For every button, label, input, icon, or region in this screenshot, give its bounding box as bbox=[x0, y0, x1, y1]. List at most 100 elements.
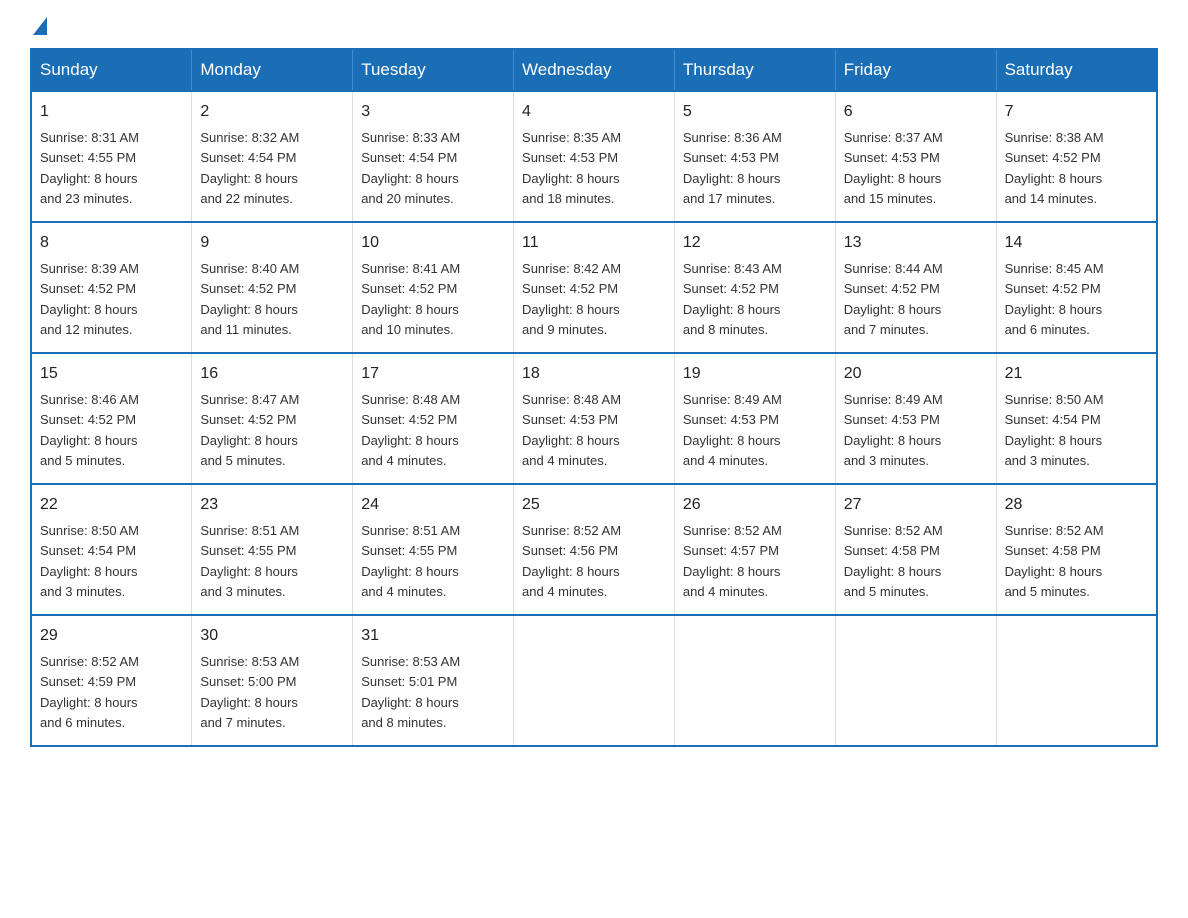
calendar-day-cell: 6Sunrise: 8:37 AMSunset: 4:53 PMDaylight… bbox=[835, 91, 996, 222]
logo-triangle-icon bbox=[33, 17, 47, 35]
day-number: 13 bbox=[844, 231, 988, 255]
calendar-day-cell: 5 Sunrise: 8:36 AMSunset: 4:53 PMDaylight… bbox=[674, 91, 835, 222]
day-info: Sunrise: 8:53 AMSunset: 5:00 PMDaylight:… bbox=[200, 654, 299, 730]
day-info: Sunrise: 8:32 AMSunset: 4:54 PMDaylight:… bbox=[200, 130, 299, 206]
calendar-day-cell: 19Sunrise: 8:49 AMSunset: 4:53 PMDayligh… bbox=[674, 353, 835, 484]
day-info: Sunrise: 8:51 AMSunset: 4:55 PMDaylight:… bbox=[200, 523, 299, 599]
day-info: Sunrise: 8:48 AMSunset: 4:52 PMDaylight:… bbox=[361, 392, 460, 468]
day-info: Sunrise: 8:52 AMSunset: 4:59 PMDaylight:… bbox=[40, 654, 139, 730]
calendar-day-cell bbox=[835, 615, 996, 746]
calendar-day-cell: 7 Sunrise: 8:38 AMSunset: 4:52 PMDaylight… bbox=[996, 91, 1157, 222]
day-number: 31 bbox=[361, 624, 505, 648]
day-info: Sunrise: 8:44 AMSunset: 4:52 PMDaylight:… bbox=[844, 261, 943, 337]
day-info: Sunrise: 8:38 AMSunset: 4:52 PMDaylight:… bbox=[1005, 130, 1104, 206]
day-info: Sunrise: 8:48 AMSunset: 4:53 PMDaylight:… bbox=[522, 392, 621, 468]
day-number: 28 bbox=[1005, 493, 1148, 517]
calendar-day-cell bbox=[514, 615, 675, 746]
day-number: 10 bbox=[361, 231, 505, 255]
day-info: Sunrise: 8:36 AMSunset: 4:53 PMDaylight:… bbox=[683, 130, 782, 206]
day-info: Sunrise: 8:49 AMSunset: 4:53 PMDaylight:… bbox=[844, 392, 943, 468]
day-info: Sunrise: 8:35 AMSunset: 4:53 PMDaylight:… bbox=[522, 130, 621, 206]
calendar-day-cell: 26 Sunrise: 8:52 AMSunset: 4:57 PMDayligh… bbox=[674, 484, 835, 615]
calendar-day-cell: 23 Sunrise: 8:51 AMSunset: 4:55 PMDayligh… bbox=[192, 484, 353, 615]
calendar-day-cell: 27 Sunrise: 8:52 AMSunset: 4:58 PMDayligh… bbox=[835, 484, 996, 615]
calendar-day-cell: 16 Sunrise: 8:47 AMSunset: 4:52 PMDayligh… bbox=[192, 353, 353, 484]
day-number: 20 bbox=[844, 362, 988, 386]
day-number: 2 bbox=[200, 100, 344, 124]
day-of-week-header: Saturday bbox=[996, 49, 1157, 91]
day-number: 18 bbox=[522, 362, 666, 386]
day-info: Sunrise: 8:43 AMSunset: 4:52 PMDaylight:… bbox=[683, 261, 782, 337]
calendar-header-row: SundayMondayTuesdayWednesdayThursdayFrid… bbox=[31, 49, 1157, 91]
day-info: Sunrise: 8:52 AMSunset: 4:56 PMDaylight:… bbox=[522, 523, 621, 599]
day-number: 30 bbox=[200, 624, 344, 648]
day-number: 1 bbox=[40, 100, 183, 124]
day-info: Sunrise: 8:47 AMSunset: 4:52 PMDaylight:… bbox=[200, 392, 299, 468]
day-info: Sunrise: 8:52 AMSunset: 4:57 PMDaylight:… bbox=[683, 523, 782, 599]
day-of-week-header: Tuesday bbox=[353, 49, 514, 91]
day-of-week-header: Monday bbox=[192, 49, 353, 91]
day-of-week-header: Sunday bbox=[31, 49, 192, 91]
day-info: Sunrise: 8:46 AMSunset: 4:52 PMDaylight:… bbox=[40, 392, 139, 468]
calendar-day-cell: 1 Sunrise: 8:31 AMSunset: 4:55 PMDaylight… bbox=[31, 91, 192, 222]
calendar-day-cell: 2 Sunrise: 8:32 AMSunset: 4:54 PMDaylight… bbox=[192, 91, 353, 222]
day-number: 17 bbox=[361, 362, 505, 386]
day-number: 19 bbox=[683, 362, 827, 386]
day-number: 26 bbox=[683, 493, 827, 517]
day-info: Sunrise: 8:50 AMSunset: 4:54 PMDaylight:… bbox=[1005, 392, 1104, 468]
calendar-week-row: 15Sunrise: 8:46 AMSunset: 4:52 PMDayligh… bbox=[31, 353, 1157, 484]
day-info: Sunrise: 8:41 AMSunset: 4:52 PMDaylight:… bbox=[361, 261, 460, 337]
calendar-week-row: 22Sunrise: 8:50 AMSunset: 4:54 PMDayligh… bbox=[31, 484, 1157, 615]
day-info: Sunrise: 8:52 AMSunset: 4:58 PMDaylight:… bbox=[844, 523, 943, 599]
calendar-day-cell: 22Sunrise: 8:50 AMSunset: 4:54 PMDayligh… bbox=[31, 484, 192, 615]
calendar-day-cell: 29 Sunrise: 8:52 AMSunset: 4:59 PMDayligh… bbox=[31, 615, 192, 746]
day-number: 25 bbox=[522, 493, 666, 517]
day-info: Sunrise: 8:51 AMSunset: 4:55 PMDaylight:… bbox=[361, 523, 460, 599]
day-info: Sunrise: 8:39 AMSunset: 4:52 PMDaylight:… bbox=[40, 261, 139, 337]
calendar-day-cell: 4 Sunrise: 8:35 AMSunset: 4:53 PMDaylight… bbox=[514, 91, 675, 222]
calendar-day-cell bbox=[674, 615, 835, 746]
calendar-week-row: 29 Sunrise: 8:52 AMSunset: 4:59 PMDayligh… bbox=[31, 615, 1157, 746]
page-header bbox=[30, 20, 1158, 38]
day-number: 29 bbox=[40, 624, 183, 648]
day-info: Sunrise: 8:31 AMSunset: 4:55 PMDaylight:… bbox=[40, 130, 139, 206]
day-number: 9 bbox=[200, 231, 344, 255]
calendar-day-cell: 9 Sunrise: 8:40 AMSunset: 4:52 PMDaylight… bbox=[192, 222, 353, 353]
calendar-day-cell: 10 Sunrise: 8:41 AMSunset: 4:52 PMDayligh… bbox=[353, 222, 514, 353]
day-number: 16 bbox=[200, 362, 344, 386]
day-number: 27 bbox=[844, 493, 988, 517]
day-of-week-header: Wednesday bbox=[514, 49, 675, 91]
day-number: 5 bbox=[683, 100, 827, 124]
day-number: 23 bbox=[200, 493, 344, 517]
day-number: 3 bbox=[361, 100, 505, 124]
day-info: Sunrise: 8:37 AMSunset: 4:53 PMDaylight:… bbox=[844, 130, 943, 206]
calendar-table: SundayMondayTuesdayWednesdayThursdayFrid… bbox=[30, 48, 1158, 747]
day-number: 7 bbox=[1005, 100, 1148, 124]
calendar-day-cell: 25 Sunrise: 8:52 AMSunset: 4:56 PMDayligh… bbox=[514, 484, 675, 615]
calendar-day-cell: 18 Sunrise: 8:48 AMSunset: 4:53 PMDayligh… bbox=[514, 353, 675, 484]
day-number: 12 bbox=[683, 231, 827, 255]
calendar-day-cell: 3Sunrise: 8:33 AMSunset: 4:54 PMDaylight… bbox=[353, 91, 514, 222]
day-info: Sunrise: 8:45 AMSunset: 4:52 PMDaylight:… bbox=[1005, 261, 1104, 337]
day-info: Sunrise: 8:52 AMSunset: 4:58 PMDaylight:… bbox=[1005, 523, 1104, 599]
calendar-day-cell: 20 Sunrise: 8:49 AMSunset: 4:53 PMDayligh… bbox=[835, 353, 996, 484]
calendar-day-cell: 24Sunrise: 8:51 AMSunset: 4:55 PMDayligh… bbox=[353, 484, 514, 615]
calendar-day-cell: 31Sunrise: 8:53 AMSunset: 5:01 PMDayligh… bbox=[353, 615, 514, 746]
calendar-day-cell: 15Sunrise: 8:46 AMSunset: 4:52 PMDayligh… bbox=[31, 353, 192, 484]
calendar-week-row: 8 Sunrise: 8:39 AMSunset: 4:52 PMDaylight… bbox=[31, 222, 1157, 353]
day-info: Sunrise: 8:40 AMSunset: 4:52 PMDaylight:… bbox=[200, 261, 299, 337]
day-number: 11 bbox=[522, 231, 666, 255]
day-number: 4 bbox=[522, 100, 666, 124]
day-number: 21 bbox=[1005, 362, 1148, 386]
calendar-day-cell bbox=[996, 615, 1157, 746]
day-of-week-header: Friday bbox=[835, 49, 996, 91]
calendar-day-cell: 11Sunrise: 8:42 AMSunset: 4:52 PMDayligh… bbox=[514, 222, 675, 353]
day-number: 14 bbox=[1005, 231, 1148, 255]
calendar-day-cell: 21 Sunrise: 8:50 AMSunset: 4:54 PMDayligh… bbox=[996, 353, 1157, 484]
day-number: 8 bbox=[40, 231, 183, 255]
calendar-day-cell: 30 Sunrise: 8:53 AMSunset: 5:00 PMDayligh… bbox=[192, 615, 353, 746]
logo bbox=[30, 20, 47, 38]
calendar-day-cell: 13 Sunrise: 8:44 AMSunset: 4:52 PMDayligh… bbox=[835, 222, 996, 353]
calendar-day-cell: 17 Sunrise: 8:48 AMSunset: 4:52 PMDayligh… bbox=[353, 353, 514, 484]
calendar-day-cell: 14 Sunrise: 8:45 AMSunset: 4:52 PMDayligh… bbox=[996, 222, 1157, 353]
